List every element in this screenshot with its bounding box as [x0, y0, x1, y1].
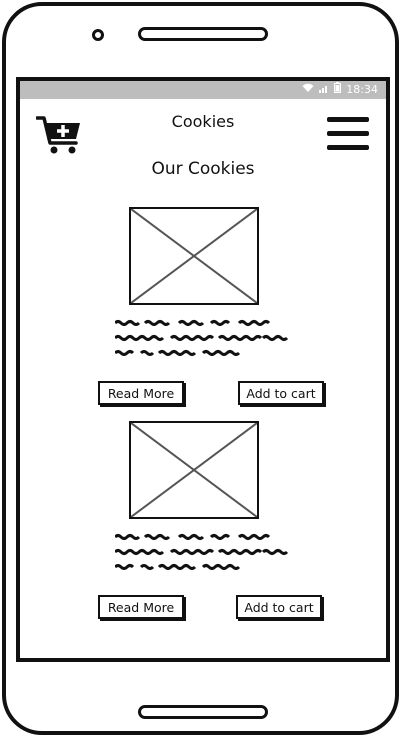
- device-screen: 18:34 Cookies Our Cookies Read More Add …: [16, 77, 390, 662]
- product-description-scribble: [113, 319, 295, 359]
- menu-line: [327, 117, 369, 122]
- status-bar: 18:34: [20, 81, 386, 99]
- speaker-grille: [138, 27, 268, 41]
- read-more-button[interactable]: Read More: [98, 595, 184, 619]
- camera-icon: [92, 29, 104, 41]
- signal-icon: [319, 83, 329, 96]
- home-button[interactable]: [138, 705, 268, 719]
- add-to-cart-button[interactable]: Add to cart: [236, 595, 322, 619]
- product-image-placeholder: [129, 421, 259, 519]
- menu-line: [327, 145, 369, 150]
- menu-line: [327, 131, 369, 136]
- hamburger-menu-icon[interactable]: [327, 117, 369, 157]
- status-time: 18:34: [346, 82, 378, 96]
- read-more-button[interactable]: Read More: [98, 381, 184, 405]
- battery-icon: [334, 82, 342, 96]
- add-to-cart-button[interactable]: Add to cart: [238, 381, 324, 405]
- product-description-scribble: [113, 533, 295, 573]
- page-heading: Our Cookies: [151, 159, 255, 179]
- product-card: Read More Add to cart: [20, 207, 386, 407]
- wifi-icon: [302, 83, 314, 96]
- product-card: Read More Add to cart: [20, 421, 386, 621]
- product-image-placeholder: [129, 207, 259, 305]
- status-icons: 18:34: [302, 82, 378, 96]
